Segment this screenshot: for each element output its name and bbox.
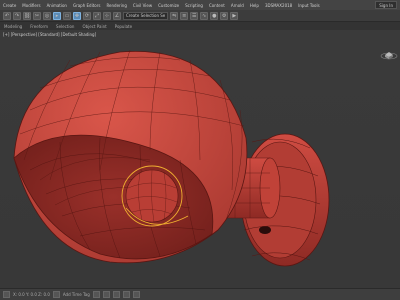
zoom-icon[interactable] bbox=[112, 291, 120, 298]
selection-set-field[interactable]: Create Selection Se bbox=[123, 11, 169, 20]
app-window: Create Modifiers Animation Graph Editors… bbox=[0, 0, 400, 300]
ribbon-tabs: Modeling Freeform Selection Object Paint… bbox=[0, 22, 400, 30]
menu-arnold[interactable]: Arnold bbox=[231, 3, 244, 8]
menu-customize[interactable]: Customize bbox=[158, 3, 179, 8]
move-icon[interactable]: ✥ bbox=[73, 11, 81, 20]
undo-icon[interactable]: ↶ bbox=[3, 11, 11, 20]
rotate-icon[interactable]: ⟳ bbox=[83, 11, 91, 20]
bind-icon[interactable]: ◎ bbox=[43, 11, 51, 20]
layers-icon[interactable]: ☰ bbox=[190, 11, 199, 20]
next-frame-icon[interactable] bbox=[102, 291, 110, 298]
tab-selection[interactable]: Selection bbox=[56, 24, 74, 29]
angle-snap-icon[interactable]: ∠ bbox=[113, 11, 121, 20]
select-icon[interactable]: ▸ bbox=[53, 11, 61, 20]
unlink-icon[interactable]: ✂ bbox=[33, 11, 41, 20]
add-time-tag[interactable]: Add Time Tag bbox=[63, 292, 90, 297]
menu-animation[interactable]: Animation bbox=[47, 3, 67, 8]
redo-icon[interactable]: ↷ bbox=[13, 11, 21, 20]
align-icon[interactable]: ≡ bbox=[180, 11, 189, 20]
coords-readout: X: 0.0 Y: 0.0 Z: 0.0 bbox=[13, 292, 50, 297]
menu-rendering[interactable]: Rendering bbox=[106, 3, 126, 8]
select-region-icon[interactable]: ▭ bbox=[63, 11, 71, 20]
lamp-model[interactable] bbox=[0, 30, 400, 288]
tab-freeform[interactable]: Freeform bbox=[30, 24, 48, 29]
orbit-icon[interactable] bbox=[132, 291, 140, 298]
tab-modeling[interactable]: Modeling bbox=[4, 24, 22, 29]
play-icon[interactable] bbox=[92, 291, 100, 298]
menu-create[interactable]: Create bbox=[3, 3, 16, 8]
main-toolbar: ↶ ↷ ⛓ ✂ ◎ ▸ ▭ ✥ ⟳ ⤢ ⊹ ∠ Create Selection… bbox=[0, 10, 400, 22]
render-icon[interactable]: ▶ bbox=[230, 11, 239, 20]
sign-in-button[interactable]: Sign In bbox=[375, 1, 397, 9]
lock-icon[interactable] bbox=[3, 291, 10, 298]
curve-editor-icon[interactable]: ∿ bbox=[200, 11, 209, 20]
mirror-icon[interactable]: ⇋ bbox=[170, 11, 179, 20]
lamp-shade[interactable] bbox=[13, 49, 248, 264]
tab-object-paint[interactable]: Object Paint bbox=[82, 24, 106, 29]
status-bar: X: 0.0 Y: 0.0 Z: 0.0 Add Time Tag bbox=[0, 288, 400, 300]
menu-bar: Create Modifiers Animation Graph Editors… bbox=[0, 0, 400, 10]
perspective-viewport[interactable]: [+] [Perspective] [Standard] [Default Sh… bbox=[0, 30, 400, 288]
menu-civil-view[interactable]: Civil View bbox=[133, 3, 152, 8]
pan-icon[interactable] bbox=[122, 291, 130, 298]
render-setup-icon[interactable]: ⚙ bbox=[220, 11, 229, 20]
snap-icon[interactable]: ⊹ bbox=[103, 11, 111, 20]
menu-content[interactable]: Content bbox=[209, 3, 225, 8]
tab-populate[interactable]: Populate bbox=[115, 24, 132, 29]
menu-modifiers[interactable]: Modifiers bbox=[22, 3, 40, 8]
material-editor-icon[interactable]: ● bbox=[210, 11, 219, 20]
menu-scripting[interactable]: Scripting bbox=[185, 3, 203, 8]
scale-icon[interactable]: ⤢ bbox=[93, 11, 101, 20]
link-icon[interactable]: ⛓ bbox=[23, 11, 31, 20]
menu-input-tools[interactable]: Input Tools bbox=[298, 3, 319, 8]
menu-help[interactable]: Help bbox=[250, 3, 259, 8]
key-icon[interactable] bbox=[52, 291, 60, 298]
menu-graph-editors[interactable]: Graph Editors bbox=[73, 3, 100, 8]
menu-3dsmax[interactable]: 3DSMAX2018 bbox=[265, 3, 292, 8]
